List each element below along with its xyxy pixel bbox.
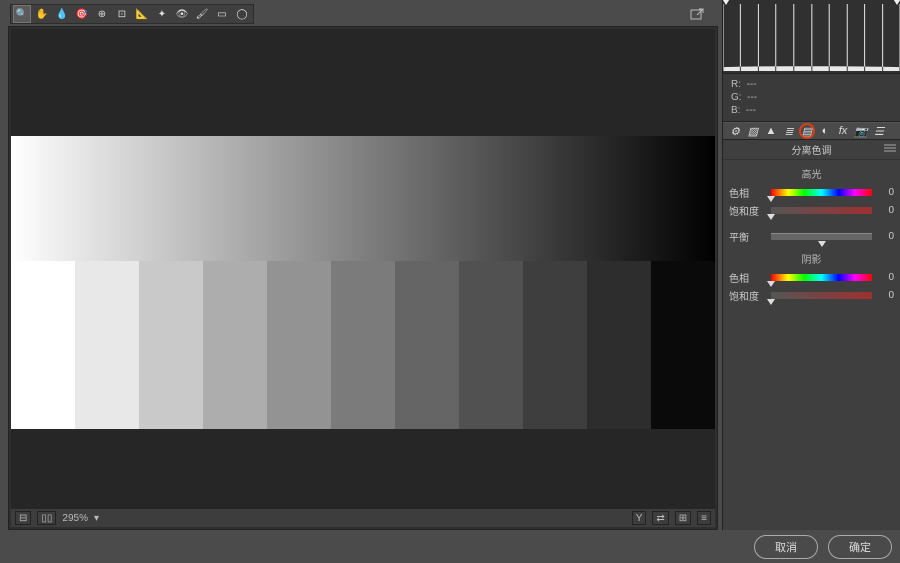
sh-hue-value[interactable]: 0	[876, 272, 894, 283]
spot-removal-tool[interactable]: ✦	[153, 5, 171, 23]
shadows-section-label: 阴影	[723, 251, 900, 266]
zoom-level[interactable]: 295%	[62, 513, 88, 524]
slider-thumb-icon[interactable]	[767, 196, 775, 202]
share-icon[interactable]	[689, 6, 705, 22]
color-sampler-tool[interactable]: 🎯	[73, 5, 91, 23]
hand-tool[interactable]: ✋	[33, 5, 51, 23]
radial-filter[interactable]: ◯	[233, 5, 251, 23]
right-panel: R: --- G: --- B: --- ⚙▨▲≣▤◐fx📷☰ 分离色调 高光 …	[722, 0, 900, 530]
readout-g-label: G:	[731, 92, 742, 103]
panel-title-text: 分离色调	[792, 146, 832, 157]
sh-sat-value[interactable]: 0	[876, 290, 894, 301]
graduated-filter[interactable]: ▭	[213, 5, 231, 23]
sh-sat-track[interactable]	[771, 292, 872, 299]
sh-hue-label: 色相	[729, 270, 767, 285]
canvas[interactable]	[11, 29, 715, 509]
straighten-tool[interactable]: 📐	[133, 5, 151, 23]
fx-tab[interactable]: fx	[835, 124, 851, 138]
swatch	[523, 261, 587, 429]
adjustment-brush[interactable]: 🖌	[193, 5, 211, 23]
readout-r-value: ---	[747, 79, 757, 90]
hl-hue-value[interactable]: 0	[876, 187, 894, 198]
status-bar: ⊟ ▯▯ 295% ▾ Y ⇄ ⊞ ≡	[11, 509, 715, 527]
readout-g-value: ---	[747, 92, 757, 103]
document-viewport: ⊟ ▯▯ 295% ▾ Y ⇄ ⊞ ≡	[8, 26, 718, 530]
hl-hue-label: 色相	[729, 185, 767, 200]
crop-tool[interactable]: ⊡	[113, 5, 131, 23]
basic-tab[interactable]: ⚙	[727, 124, 743, 138]
swatch	[651, 261, 715, 429]
slider-thumb-icon[interactable]	[767, 299, 775, 305]
balance-value[interactable]: 0	[876, 231, 894, 242]
cancel-button[interactable]: 取消	[754, 535, 818, 559]
swatch	[11, 261, 75, 429]
sh-sat-slider[interactable]: 饱和度 0	[723, 286, 900, 304]
hl-sat-label: 饱和度	[729, 203, 767, 218]
swatch-row	[11, 261, 715, 429]
slider-thumb-icon[interactable]	[767, 281, 775, 287]
balance-track[interactable]	[771, 233, 872, 240]
dialog-footer: 取消 确定	[754, 535, 892, 559]
balance-slider[interactable]: 平衡 0	[723, 227, 900, 245]
grid-button[interactable]: ⊞	[675, 511, 691, 525]
highlights-section-label: 高光	[723, 166, 900, 181]
lens-tab[interactable]: ◐	[817, 124, 833, 138]
slider-thumb-icon[interactable]	[767, 214, 775, 220]
hsl-tab[interactable]: ≣	[781, 124, 797, 138]
highlight-clip-handle[interactable]	[892, 0, 900, 5]
balance-label: 平衡	[729, 229, 767, 244]
panel-menu-icon[interactable]	[884, 143, 896, 153]
compare-icon[interactable]: ▯▯	[37, 511, 56, 525]
readout-r-label: R:	[731, 79, 741, 90]
before-after-button[interactable]: Y	[632, 511, 647, 525]
sh-sat-label: 饱和度	[729, 288, 767, 303]
panel-menu-icon[interactable]: ≡	[697, 511, 711, 525]
presets-tab[interactable]: ☰	[871, 124, 887, 138]
zoom-tool[interactable]: 🔍	[13, 5, 31, 23]
panel-tabstrip: ⚙▨▲≣▤◐fx📷☰	[723, 122, 900, 140]
panel-title: 分离色调	[723, 140, 900, 160]
tone-curve-tab[interactable]: ▨	[745, 124, 761, 138]
swatch	[75, 261, 139, 429]
hl-sat-value[interactable]: 0	[876, 205, 894, 216]
swatch	[331, 261, 395, 429]
color-readout: R: --- G: --- B: ---	[723, 74, 900, 122]
readout-b-value: ---	[746, 105, 756, 116]
swatch	[203, 261, 267, 429]
tool-options-bar: 🔍✋💧🎯⊕⊡📐✦👁🖌▭◯	[10, 4, 254, 24]
sh-hue-track[interactable]	[771, 274, 872, 281]
detail-tab[interactable]: ▲	[763, 124, 779, 138]
hl-sat-track[interactable]	[771, 207, 872, 214]
swatch	[459, 261, 523, 429]
readout-b-label: B:	[731, 105, 740, 116]
swatch	[267, 261, 331, 429]
hl-sat-slider[interactable]: 饱和度 0	[723, 201, 900, 219]
shadow-clip-handle[interactable]	[721, 0, 731, 5]
gradient-sample	[11, 136, 715, 261]
ok-button[interactable]: 确定	[828, 535, 892, 559]
hl-hue-slider[interactable]: 色相 0	[723, 183, 900, 201]
swap-button[interactable]: ⇄	[652, 511, 668, 525]
sh-hue-slider[interactable]: 色相 0	[723, 268, 900, 286]
redeye-tool[interactable]: 👁	[173, 5, 191, 23]
hl-hue-track[interactable]	[771, 189, 872, 196]
zoom-dropdown-icon[interactable]: ▾	[94, 513, 99, 524]
active-tab-ring-icon	[799, 123, 815, 139]
targeted-adjust-tool[interactable]: ⊕	[93, 5, 111, 23]
fit-icon[interactable]: ⊟	[15, 511, 31, 525]
slider-thumb-icon[interactable]	[818, 241, 826, 247]
swatch	[587, 261, 651, 429]
camera-tab[interactable]: 📷	[853, 124, 869, 138]
white-balance-tool[interactable]: 💧	[53, 5, 71, 23]
swatch	[395, 261, 459, 429]
swatch	[139, 261, 203, 429]
histogram[interactable]	[723, 0, 900, 74]
